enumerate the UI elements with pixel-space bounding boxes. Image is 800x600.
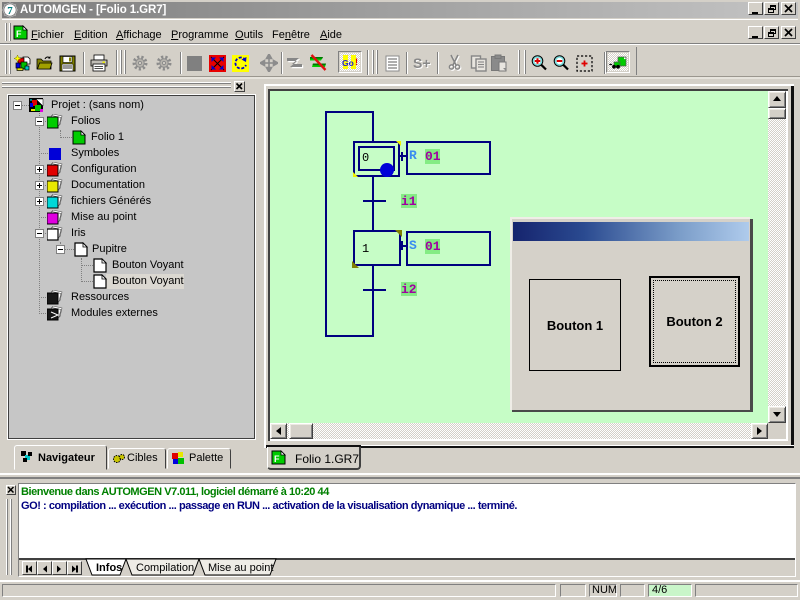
svg-text:Compilation: Compilation [136, 562, 194, 574]
svg-text:Mise au point: Mise au point [208, 562, 273, 574]
svg-text:F: F [274, 454, 280, 464]
svg-text:7: 7 [7, 5, 13, 17]
svg-text:Infos: Infos [96, 562, 122, 574]
